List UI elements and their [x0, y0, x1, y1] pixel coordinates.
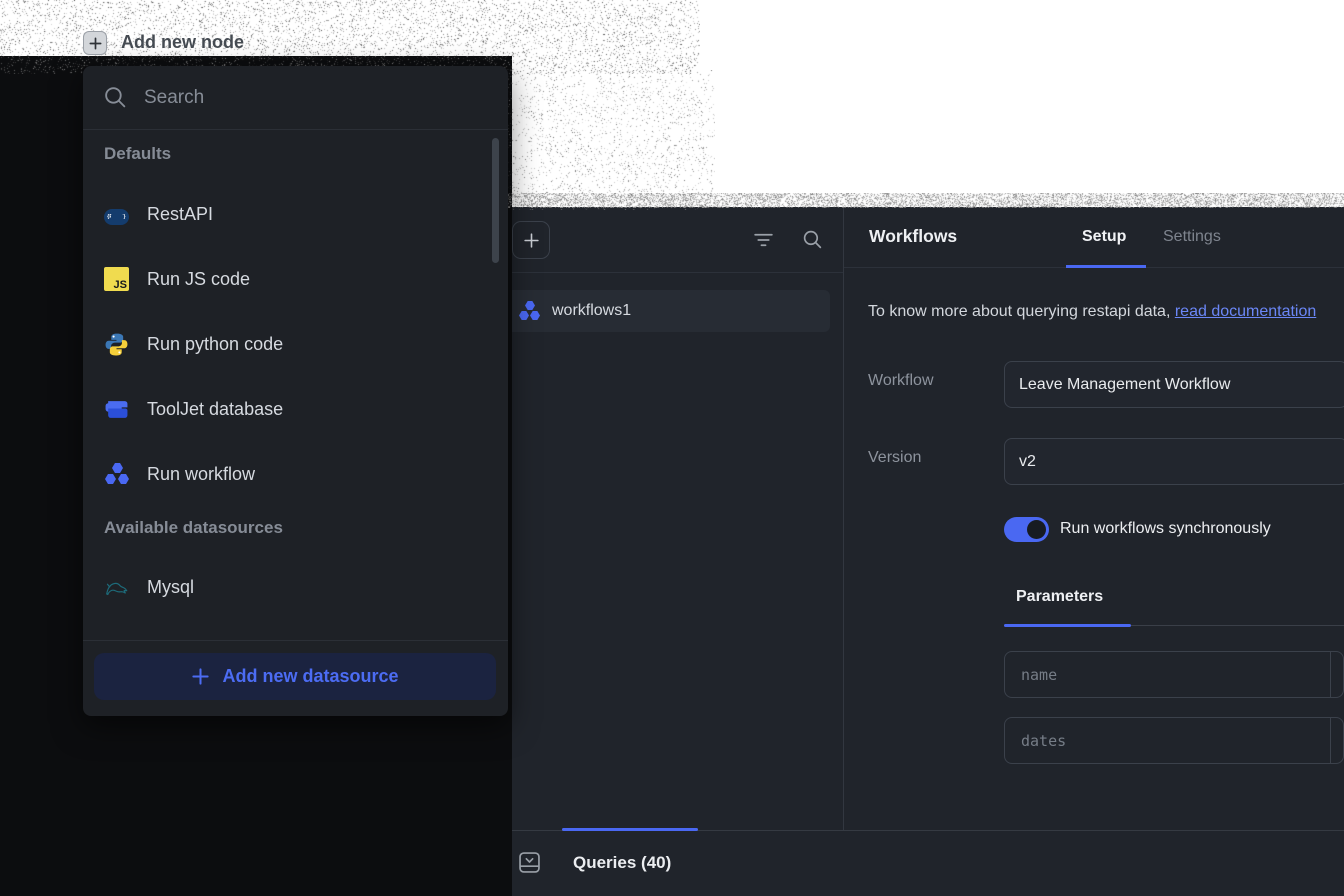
menu-item-label: Run workflow [147, 464, 255, 485]
queries-count-label[interactable]: Queries (40) [573, 853, 671, 873]
menu-item-label: Mysql [147, 577, 194, 598]
menu-item-mysql[interactable]: Mysql [83, 555, 488, 619]
menu-scrollbar[interactable] [492, 138, 499, 263]
queries-tab-indicator [562, 828, 698, 831]
run-sync-toggle[interactable] [1004, 517, 1049, 542]
param-key-value-divider [1330, 718, 1331, 763]
noise-texture [500, 70, 715, 210]
version-select-input[interactable] [1004, 438, 1344, 485]
add-node-button[interactable] [83, 31, 107, 55]
query-list-item-workflows1[interactable]: workflows1 [505, 290, 830, 332]
parameter-dates-input[interactable] [1005, 718, 1343, 763]
menu-item-run-workflow[interactable]: Run workflow [83, 442, 488, 506]
app-window: workflows1 Workflows Setup Settings To k… [495, 207, 1344, 896]
tab-settings[interactable]: Settings [1163, 228, 1221, 246]
menu-item-run-python[interactable]: Run python code [83, 312, 488, 376]
setup-description: To know more about querying restapi data… [868, 303, 1344, 321]
collapse-panel-icon[interactable] [519, 852, 540, 878]
toggle-knob [1027, 520, 1046, 539]
noise-texture [495, 193, 1344, 208]
menu-search-input[interactable] [144, 87, 488, 109]
menu-item-restapi[interactable]: {REST} RestAPI [83, 182, 488, 246]
run-sync-toggle-label: Run workflows synchronously [1060, 520, 1271, 538]
js-badge-text: JS [114, 279, 127, 291]
add-node-button-label: Add new node [121, 32, 244, 53]
restapi-badge-text: {REST} [107, 214, 125, 220]
plus-icon [88, 36, 103, 51]
plus-icon [523, 232, 540, 249]
parameters-underline [1131, 625, 1344, 626]
section-label-defaults: Defaults [104, 144, 171, 164]
menu-item-tooljet-database[interactable]: ToolJet database [83, 377, 488, 441]
workflow-icon [518, 301, 539, 322]
menu-item-run-js[interactable]: JS Run JS code [83, 247, 488, 311]
add-datasource-label: Add new datasource [222, 666, 398, 687]
python-icon [104, 332, 129, 357]
mysql-icon [104, 575, 129, 600]
parameter-row-name [1004, 651, 1344, 698]
menu-item-label: RestAPI [147, 204, 213, 225]
tab-setup[interactable]: Setup [1082, 228, 1126, 246]
setup-panel-header: Workflows Setup Settings [844, 207, 1344, 268]
parameter-name-input[interactable] [1005, 652, 1343, 697]
active-tab-indicator [1066, 265, 1146, 268]
plus-icon [191, 667, 210, 686]
search-icon[interactable] [802, 229, 823, 250]
param-key-value-divider [1330, 652, 1331, 697]
add-node-menu: Defaults {REST} RestAPI JS Run JS code R… [83, 66, 508, 716]
js-icon: JS [104, 267, 129, 291]
section-label-datasources: Available datasources [104, 518, 283, 538]
menu-item-label: Run python code [147, 334, 283, 355]
parameter-row-dates [1004, 717, 1344, 764]
parameters-title: Parameters [1016, 588, 1103, 606]
search-icon [103, 85, 128, 110]
queries-panel-header [495, 207, 843, 273]
menu-item-label: Run JS code [147, 269, 250, 290]
description-text: To know more about querying restapi data… [868, 303, 1175, 320]
workflow-select-input[interactable] [1004, 361, 1344, 408]
panel-divider [843, 207, 844, 831]
menu-item-label: ToolJet database [147, 399, 283, 420]
add-query-button[interactable] [512, 221, 550, 259]
parameters-active-underline [1004, 624, 1131, 627]
version-field-label: Version [868, 449, 921, 467]
menu-footer-divider [83, 640, 508, 641]
filter-icon[interactable] [753, 231, 774, 249]
restapi-icon: {REST} [104, 209, 129, 225]
workflow-field-label: Workflow [868, 372, 934, 390]
workflow-icon [104, 462, 129, 487]
read-documentation-link[interactable]: read documentation [1175, 303, 1316, 320]
add-new-datasource-button[interactable]: Add new datasource [94, 653, 496, 700]
query-item-label: workflows1 [552, 302, 631, 320]
tooljet-db-icon [104, 397, 129, 422]
setup-panel-title: Workflows [869, 226, 957, 247]
menu-search-row [83, 66, 508, 130]
